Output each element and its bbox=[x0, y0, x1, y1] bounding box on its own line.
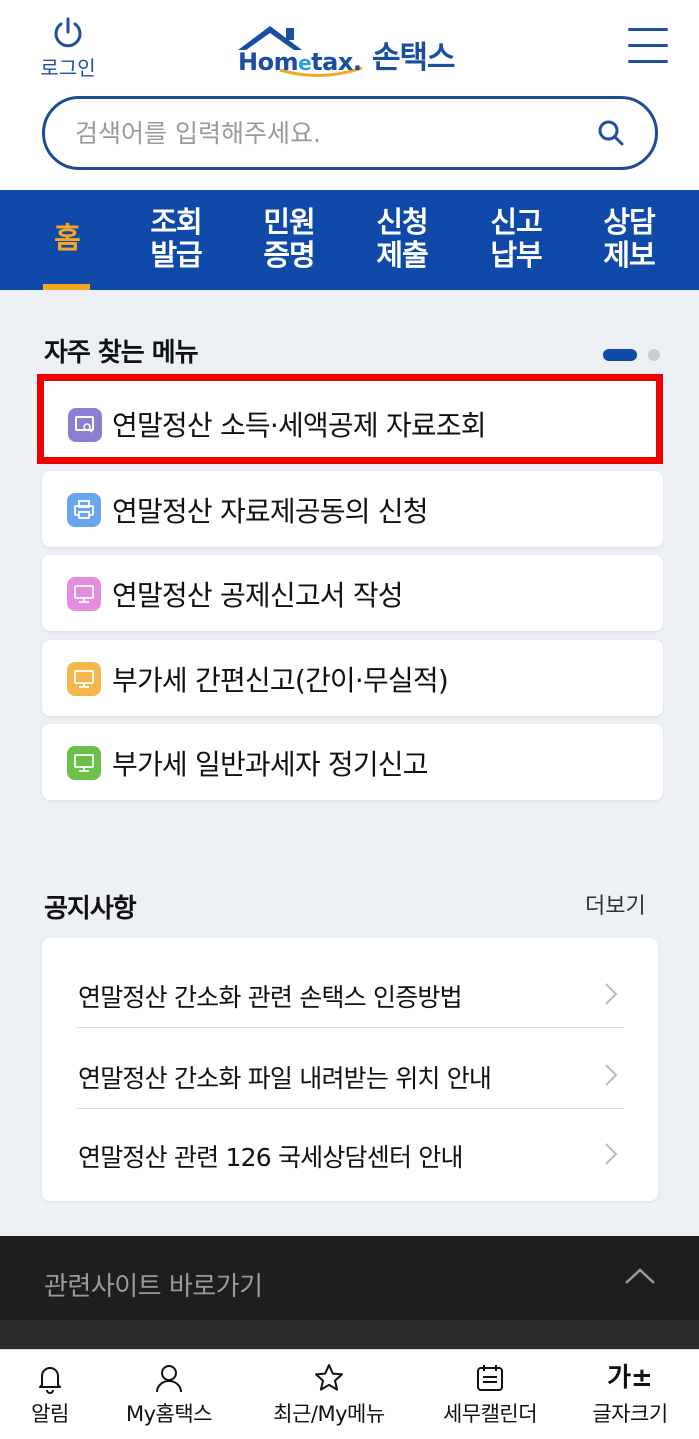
favorite-item-label: 연말정산 공제신고서 작성 bbox=[112, 579, 404, 612]
related-sites-bar[interactable]: 관련사이트 바로가기 bbox=[0, 1236, 699, 1326]
monitor-icon bbox=[67, 746, 101, 780]
logo-subtitle: 손택스 bbox=[372, 40, 456, 76]
chevron-up-icon[interactable] bbox=[624, 1266, 656, 1286]
font-size-icon: 가± bbox=[607, 1363, 653, 1393]
tab-my-hometax[interactable]: My홈택스 bbox=[114, 1362, 224, 1428]
chevron-right-icon bbox=[605, 1064, 618, 1086]
notice-item[interactable]: 연말정산 관련 126 국세상담센터 안내 bbox=[76, 1108, 624, 1188]
notice-list: 연말정산 간소화 관련 손택스 인증방법 연말정산 간소화 파일 내려받는 위치… bbox=[42, 938, 658, 1201]
main-nav: 홈 조회 발급 민원 증명 신청 제출 신고 납부 상담 제보 bbox=[0, 190, 699, 290]
related-sites-label: 관련사이트 바로가기 bbox=[44, 1272, 263, 1302]
tab-label: 글자크기 bbox=[592, 1402, 668, 1426]
nav-apply-submit[interactable]: 신청 제출 bbox=[362, 206, 442, 272]
notice-item-title: 연말정산 간소화 파일 내려받는 위치 안내 bbox=[78, 1064, 492, 1093]
chevron-right-icon bbox=[605, 983, 618, 1005]
tab-label: 최근/My메뉴 bbox=[273, 1402, 385, 1426]
bottom-tab-bar: 알림 My홈택스 최근/My메뉴 세무캘린더 가± 글자크기 bbox=[0, 1349, 699, 1439]
header: 로그인 Hometax. 손택스 bbox=[0, 0, 699, 190]
notice-item-title: 연말정산 간소화 관련 손택스 인증방법 bbox=[78, 983, 463, 1012]
nav-consult-report[interactable]: 상담 제보 bbox=[589, 206, 669, 272]
printer-icon bbox=[67, 493, 101, 527]
search-bar bbox=[42, 96, 658, 170]
calendar-icon bbox=[477, 1365, 503, 1391]
favorite-item-label: 연말정산 자료제공동의 신청 bbox=[112, 495, 429, 528]
nav-active-indicator bbox=[43, 284, 90, 290]
tab-label: 알림 bbox=[31, 1402, 69, 1426]
search-doc-icon bbox=[68, 408, 102, 442]
search-input[interactable] bbox=[75, 113, 575, 153]
bell-icon bbox=[39, 1367, 61, 1394]
favorites-title: 자주 찾는 메뉴 bbox=[44, 338, 199, 368]
favorite-item-label: 부가세 일반과세자 정기신고 bbox=[112, 748, 429, 781]
tab-recent-my-menu[interactable]: 최근/My메뉴 bbox=[262, 1362, 396, 1428]
hamburger-menu-icon[interactable] bbox=[628, 28, 668, 64]
star-icon bbox=[315, 1364, 343, 1391]
notice-item-title: 연말정산 관련 126 국세상담센터 안내 bbox=[78, 1143, 464, 1172]
favorite-item-yearend-form[interactable]: 연말정산 공제신고서 작성 bbox=[42, 555, 663, 631]
nav-inquiry-issue[interactable]: 조회 발급 bbox=[136, 206, 216, 272]
search-icon[interactable] bbox=[597, 119, 625, 147]
monitor-icon bbox=[67, 577, 101, 611]
tab-font-size[interactable]: 가± 글자크기 bbox=[582, 1362, 678, 1428]
chevron-right-icon bbox=[605, 1143, 618, 1165]
nav-report-pay[interactable]: 신고 납부 bbox=[476, 206, 556, 272]
tab-label: My홈택스 bbox=[125, 1402, 213, 1426]
favorite-item-label: 연말정산 소득·세액공제 자료조회 bbox=[112, 409, 487, 442]
favorite-item-label: 부가세 간편신고(간이·무실적) bbox=[112, 664, 449, 697]
power-icon bbox=[54, 17, 82, 48]
pager-dot-active[interactable] bbox=[603, 349, 637, 361]
login-label: 로그인 bbox=[40, 56, 96, 80]
favorite-item-yearend-consent[interactable]: 연말정산 자료제공동의 신청 bbox=[42, 471, 663, 547]
footer-strip bbox=[0, 1320, 699, 1350]
hometax-logo[interactable]: Hometax. 손택스 bbox=[236, 22, 468, 78]
tab-tax-calendar[interactable]: 세무캘린더 bbox=[432, 1362, 548, 1428]
notice-item[interactable]: 연말정산 간소화 파일 내려받는 위치 안내 bbox=[76, 1029, 624, 1109]
nav-civil-certificate[interactable]: 민원 증명 bbox=[249, 206, 329, 272]
nav-home[interactable]: 홈 bbox=[27, 222, 107, 255]
favorite-item-vat-general[interactable]: 부가세 일반과세자 정기신고 bbox=[42, 724, 663, 800]
logo-text: Hometax. bbox=[238, 48, 362, 76]
tab-label: 세무캘린더 bbox=[442, 1402, 538, 1426]
pager-dot[interactable] bbox=[648, 349, 660, 361]
person-icon bbox=[156, 1365, 182, 1393]
favorite-item-vat-simple[interactable]: 부가세 간편신고(간이·무실적) bbox=[42, 640, 663, 716]
tab-alerts[interactable]: 알림 bbox=[22, 1362, 78, 1428]
favorite-item-yearend-deduction-inquiry[interactable]: 연말정산 소득·세액공제 자료조회 bbox=[37, 374, 663, 464]
monitor-icon bbox=[67, 662, 101, 696]
notices-title: 공지사항 bbox=[44, 894, 137, 924]
login-button[interactable]: 로그인 bbox=[36, 16, 100, 81]
notices-more-link[interactable]: 더보기 bbox=[585, 888, 646, 920]
notice-item[interactable]: 연말정산 간소화 관련 손택스 인증방법 bbox=[76, 948, 624, 1028]
